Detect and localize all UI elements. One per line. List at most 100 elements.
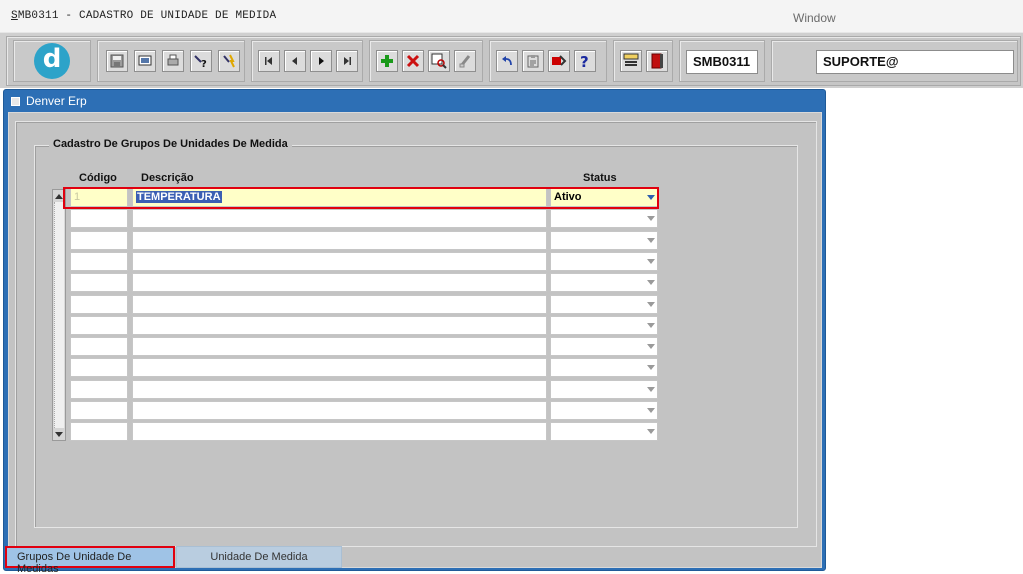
table-row [4,379,664,400]
previous-record-icon[interactable] [284,50,306,72]
table-row [4,251,664,272]
description-cell[interactable] [132,422,547,442]
status-dropdown[interactable] [550,358,658,378]
description-cell[interactable] [132,273,547,293]
description-cell[interactable] [132,401,547,420]
status-dropdown[interactable] [550,209,658,229]
table-row [4,230,664,251]
code-cell[interactable] [70,337,128,357]
execute-icon[interactable] [218,50,240,72]
delete-record-icon[interactable] [402,50,424,72]
edit-group: ? [489,40,607,82]
description-cell[interactable] [132,294,547,314]
description-cell[interactable] [132,209,547,229]
app-root: SMB0311 - CADASTRO DE UNIDADE DE MEDIDA … [0,0,1023,574]
table-row [4,294,664,315]
description-cell[interactable] [132,230,547,250]
status-dropdown[interactable] [550,422,658,442]
svg-text:?: ? [201,59,207,69]
code-cell[interactable] [70,230,128,250]
status-dropdown[interactable] [550,315,658,335]
next-record-icon[interactable] [310,50,332,72]
status-dropdown[interactable] [550,401,658,420]
file-group: ? [97,40,245,82]
first-record-icon[interactable] [258,50,280,72]
table-row [4,273,664,293]
chevron-down-icon[interactable] [647,408,655,413]
chevron-down-icon[interactable] [647,258,655,264]
description-cell[interactable] [132,358,547,378]
status-dropdown[interactable] [550,273,658,293]
question-icon[interactable]: ? [574,50,596,72]
window-title: SMB0311 - CADASTRO DE UNIDADE DE MEDIDA [11,10,276,22]
last-record-icon[interactable] [336,50,358,72]
code-cell[interactable] [70,315,128,335]
logo-group: d [13,40,91,82]
code-cell[interactable] [70,422,128,442]
title-rest: MB0311 - CADASTRO DE UNIDADE DE MEDIDA [17,10,277,22]
chevron-down-icon[interactable] [647,322,655,328]
code-cell[interactable] [70,273,128,293]
status-dropdown[interactable] [550,230,658,250]
chevron-down-icon[interactable] [647,365,655,371]
groupbox-title: Cadastro De Grupos De Unidades De Medida [49,138,292,150]
record-group [369,40,483,82]
menu-group [613,40,673,82]
toolbar-panel: d ? ? SMB0311 SUPORTE@ [6,36,1021,86]
tab-unidade-de-medida[interactable]: Unidade De Medida [176,546,342,568]
code-cell[interactable] [70,251,128,271]
chevron-down-icon[interactable] [647,429,655,435]
description-cell[interactable] [132,315,547,335]
status-dropdown[interactable] [550,379,658,399]
navigation-group [251,40,363,82]
code-cell[interactable] [70,379,128,399]
table-row [4,209,664,229]
user-group: SUPORTE@ [771,40,1018,82]
title-bar: SMB0311 - CADASTRO DE UNIDADE DE MEDIDA … [0,0,1023,32]
table-row [4,422,664,442]
chevron-down-icon[interactable] [647,386,655,392]
menu-icon[interactable] [620,50,642,72]
column-header-status: Status [583,172,617,184]
code-cell[interactable] [70,294,128,314]
description-cell[interactable] [132,251,547,271]
search-icon[interactable] [428,50,450,72]
code-cell[interactable] [70,209,128,229]
help-query-icon[interactable]: ? [190,50,212,72]
status-dropdown[interactable] [550,251,658,271]
status-dropdown[interactable] [550,294,658,314]
insert-record-icon[interactable] [376,50,398,72]
tools-icon[interactable] [548,50,570,72]
module-group: SMB0311 [679,40,765,82]
code-cell[interactable] [70,358,128,378]
app-logo: d [34,43,70,79]
chevron-down-icon[interactable] [647,301,655,307]
data-grid: 1 TEMPERATURA Ativo [4,188,664,444]
description-cell[interactable] [132,337,547,357]
logo-letter: d [42,44,62,74]
clear-icon[interactable] [454,50,476,72]
code-cell[interactable] [70,401,128,420]
chevron-down-icon[interactable] [647,216,655,222]
chevron-down-icon[interactable] [647,280,655,286]
table-row [4,358,664,378]
tab-grupos-de-unidade-de-medidas[interactable]: Grupos De Unidade De Medidas [5,546,175,574]
title-prefix: S [11,10,18,22]
screen-icon[interactable] [134,50,156,72]
save-icon[interactable] [106,50,128,72]
column-header-code: Código [79,172,117,184]
exit-icon[interactable] [646,50,668,72]
paste-icon[interactable] [522,50,544,72]
window-menu[interactable]: Window [793,11,836,25]
undo-icon[interactable] [496,50,518,72]
chevron-down-icon[interactable] [647,237,655,243]
toolbar: d ? ? SMB0311 SUPORTE@ [0,32,1023,88]
print-icon[interactable] [162,50,184,72]
description-cell[interactable] [132,379,547,399]
table-row [4,315,664,336]
table-row [4,401,664,421]
erp-window-title: Denver Erp [26,94,87,108]
chevron-down-icon[interactable] [647,344,655,350]
selected-row-highlight [63,187,659,209]
status-dropdown[interactable] [550,337,658,357]
